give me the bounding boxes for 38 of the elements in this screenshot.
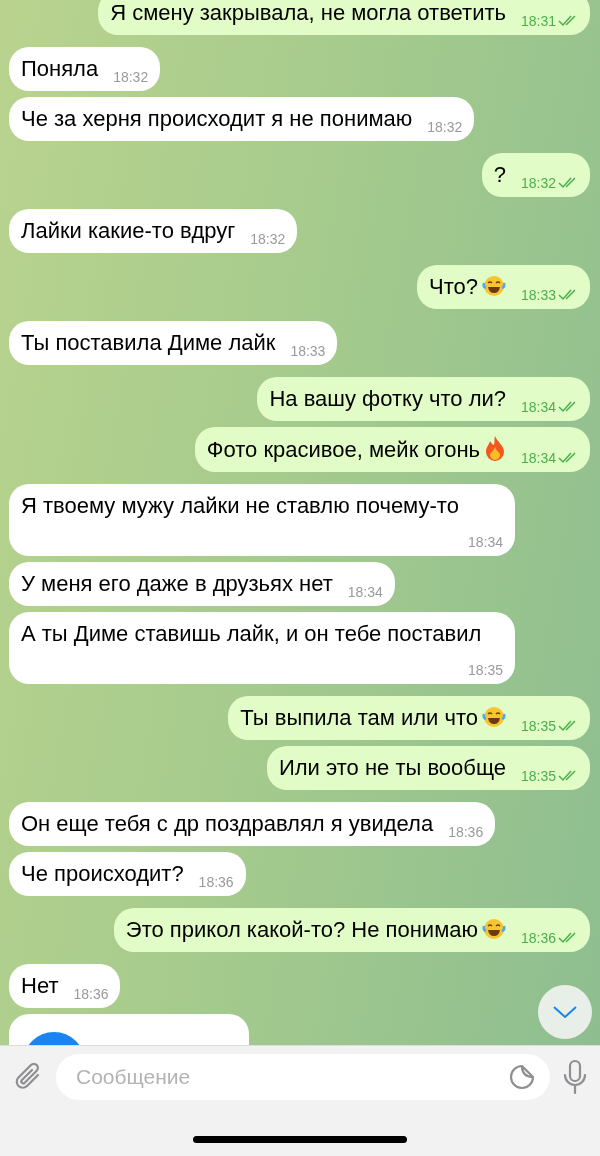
message-time: 18:32 — [520, 175, 556, 191]
message-time: 18:32 — [113, 69, 149, 85]
message-time: 18:36 — [520, 930, 556, 946]
message-text: ? — [493, 162, 506, 187]
message-time: 18:32 — [427, 119, 463, 135]
message-text: Лайки какие-то вдруг — [21, 218, 236, 243]
message-text: Что? — [429, 274, 478, 299]
message-time: 18:35 — [520, 768, 556, 784]
message-text: Я смену закрывала, не могла ответить — [110, 0, 506, 25]
message-text: А ты Диме ставишь лайк, и он тебе поставил — [21, 621, 482, 646]
message-input[interactable]: Сообщение — [74, 1064, 508, 1090]
message-text: Ты поставила Диме лайк — [21, 330, 276, 355]
message-time: 18:33 — [520, 287, 556, 303]
message-time: 18:31 — [520, 13, 556, 29]
message-time: 18:36 — [198, 874, 234, 890]
message-field[interactable]: Сообщение — [56, 1054, 550, 1100]
message-text: Че за херня происходит я не понимаю — [21, 106, 413, 131]
message-text: Это прикол какой-то? Не понимаю — [125, 917, 478, 942]
message-time: 18:34 — [520, 450, 556, 466]
message-text: Че происходит? — [21, 861, 184, 886]
message-time: 18:32 — [250, 231, 286, 247]
message-time: 18:34 — [520, 399, 556, 415]
message-text: Ты выпила там или что — [240, 705, 478, 730]
message-text: Нет — [21, 973, 59, 998]
message-text: Поняла — [21, 56, 99, 81]
message-time: 18:34 — [347, 584, 383, 600]
message-text: Он еще тебя с др поздравлял я увидела — [21, 811, 434, 836]
message-text: Или это не ты вообще — [278, 755, 506, 780]
message-time: 18:35 — [467, 662, 503, 678]
message-text: Я твоему мужу лайки не ставлю почему-то — [21, 493, 459, 518]
message-time: 18:35 — [520, 718, 556, 734]
message-text: У меня его даже в друзьях нет — [21, 571, 333, 596]
message-time: 18:34 — [467, 534, 503, 550]
message-text: На вашу фотку что ли? — [269, 386, 506, 411]
message-text: Фото красивое, мейк огонь — [206, 437, 480, 462]
message-time: 18:36 — [448, 824, 484, 840]
message-time: 18:36 — [73, 986, 109, 1002]
message-time: 18:33 — [290, 343, 326, 359]
